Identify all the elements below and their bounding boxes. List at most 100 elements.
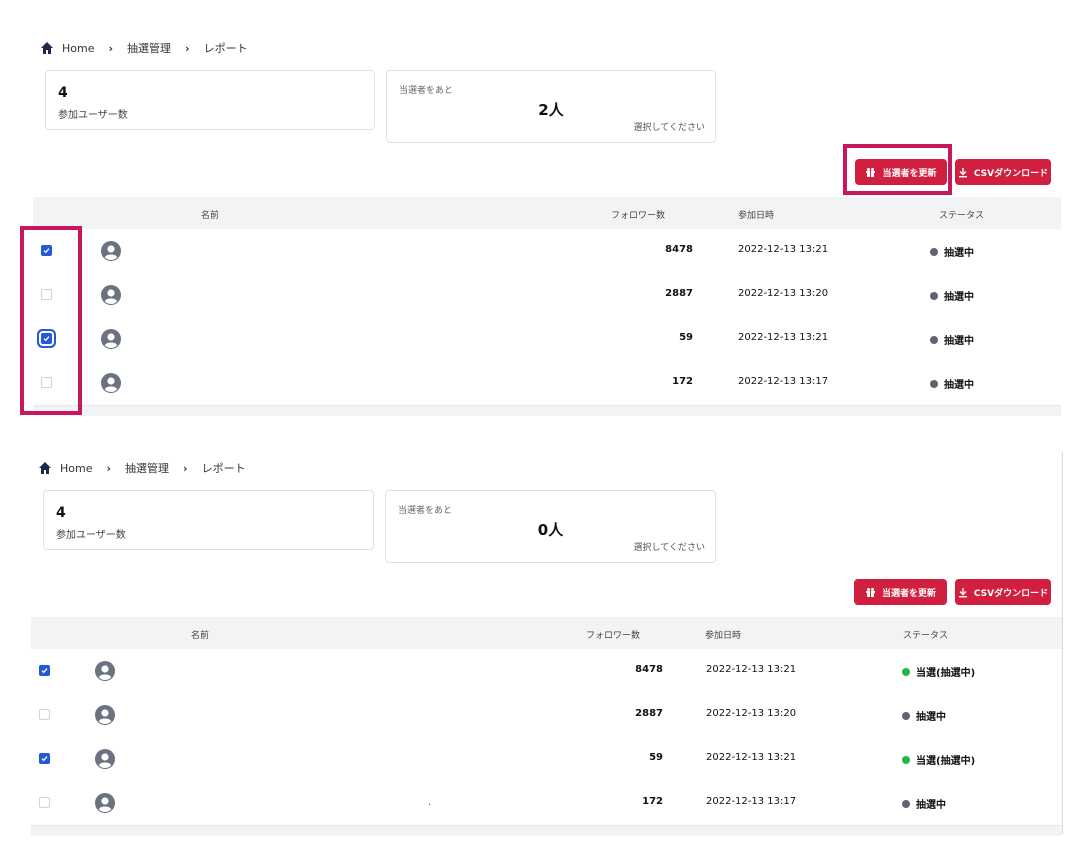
status-text: 抽選中 bbox=[944, 336, 974, 347]
table-footer bbox=[33, 406, 1061, 416]
status-text: 当選(抽選中) bbox=[916, 756, 976, 767]
joined-date: 2022-12-13 13:21 bbox=[738, 332, 829, 343]
row-checkbox[interactable] bbox=[39, 797, 50, 808]
status-dot-icon bbox=[902, 755, 910, 764]
breadcrumb: Home › 抽選管理 › レポート bbox=[40, 40, 248, 56]
breadcrumb-home[interactable]: Home bbox=[60, 462, 92, 475]
csv-download-button[interactable]: CSVダウンロード bbox=[955, 579, 1051, 605]
status-dot-icon bbox=[902, 711, 910, 720]
status-dot-icon bbox=[930, 291, 938, 300]
chevron-right-icon: › bbox=[106, 461, 112, 475]
status-badge: 抽選中 bbox=[930, 288, 974, 303]
remaining-value: 0人 bbox=[537, 521, 564, 539]
status-badge: 当選(抽選中) bbox=[902, 664, 975, 679]
remaining-label: 当選者をあと bbox=[398, 506, 453, 516]
avatar bbox=[101, 241, 121, 261]
participant-count-label: 参加ユーザー数 bbox=[58, 110, 128, 121]
chevron-right-icon: › bbox=[108, 41, 114, 55]
header-joined-at[interactable]: 参加日時 bbox=[738, 208, 774, 221]
screenshot-panel-before: Home › 抽選管理 › レポート 4 参加ユーザー数 当選者をあと 2人 選… bbox=[0, 0, 1078, 420]
chevron-right-icon: › bbox=[185, 41, 190, 55]
joined-date: 2022-12-13 13:21 bbox=[706, 752, 797, 763]
avatar bbox=[95, 661, 115, 681]
row-checkbox[interactable] bbox=[39, 665, 50, 676]
table-row: 59 2022-12-13 13:21 抽選中 bbox=[33, 317, 1061, 362]
chevron-right-icon: › bbox=[183, 461, 188, 475]
joined-date: 2022-12-13 13:21 bbox=[706, 664, 797, 675]
participant-count: 4 bbox=[56, 505, 66, 521]
header-status[interactable]: ステータス bbox=[903, 628, 948, 641]
row-checkbox[interactable] bbox=[39, 709, 50, 720]
table-header: 名前 フォロワー数 参加日時 ステータス bbox=[31, 617, 1062, 650]
remaining-winners-card: 当選者をあと 0人 選択してください bbox=[385, 490, 716, 563]
annotation-highlight-update-button bbox=[843, 144, 952, 195]
status-dot-icon bbox=[930, 247, 938, 256]
follower-count: 172 bbox=[672, 376, 693, 387]
csv-download-label: CSVダウンロード bbox=[973, 588, 1049, 599]
status-text: 抽選中 bbox=[944, 292, 974, 303]
follower-count: 2887 bbox=[665, 288, 693, 299]
joined-date: 2022-12-13 13:17 bbox=[706, 796, 797, 807]
table-row: 59 2022-12-13 13:21 当選(抽選中) bbox=[31, 737, 1062, 782]
download-icon bbox=[958, 167, 967, 177]
remaining-label: 当選者をあと bbox=[399, 86, 454, 96]
status-dot-icon bbox=[902, 667, 910, 676]
gift-icon bbox=[865, 587, 875, 597]
follower-count: 2887 bbox=[635, 708, 663, 719]
table-row: 172 2022-12-13 13:17 抽選中 bbox=[31, 781, 1062, 826]
follower-count: 172 bbox=[642, 796, 663, 807]
follower-count: 59 bbox=[679, 332, 693, 343]
avatar bbox=[101, 373, 121, 393]
table-header: 名前 フォロワー数 参加日時 ステータス bbox=[33, 197, 1061, 230]
row-checkbox[interactable] bbox=[39, 753, 50, 764]
stray-mark: . bbox=[428, 797, 432, 808]
status-badge: 抽選中 bbox=[902, 708, 946, 723]
scroll-edge bbox=[1062, 452, 1063, 834]
table-footer bbox=[31, 826, 1062, 836]
csv-download-label: CSVダウンロード bbox=[973, 168, 1049, 179]
table-row: 8478 2022-12-13 13:21 抽選中 bbox=[33, 229, 1061, 274]
status-badge: 抽選中 bbox=[930, 376, 974, 391]
participant-count-card: 4 参加ユーザー数 bbox=[43, 490, 374, 550]
breadcrumb-lottery[interactable]: 抽選管理 bbox=[125, 460, 169, 476]
participant-count: 4 bbox=[58, 85, 68, 101]
avatar bbox=[95, 749, 115, 769]
remaining-hint: 選択してください bbox=[633, 543, 705, 553]
table-row: 172 2022-12-13 13:17 抽選中 bbox=[33, 361, 1061, 406]
table-row: 2887 2022-12-13 13:20 抽選中 bbox=[31, 693, 1062, 738]
joined-date: 2022-12-13 13:17 bbox=[738, 376, 829, 387]
header-status[interactable]: ステータス bbox=[939, 208, 984, 221]
status-text: 抽選中 bbox=[944, 248, 974, 259]
avatar bbox=[101, 285, 121, 305]
header-name[interactable]: 名前 bbox=[191, 628, 209, 641]
status-dot-icon bbox=[930, 379, 938, 388]
header-followers[interactable]: フォロワー数 bbox=[586, 628, 640, 641]
header-joined-at[interactable]: 参加日時 bbox=[705, 628, 741, 641]
breadcrumb-home[interactable]: Home bbox=[62, 42, 94, 55]
follower-count: 8478 bbox=[665, 244, 693, 255]
status-badge: 当選(抽選中) bbox=[902, 752, 975, 767]
table-row: 2887 2022-12-13 13:20 抽選中 bbox=[33, 273, 1061, 318]
header-name[interactable]: 名前 bbox=[201, 208, 219, 221]
breadcrumb-report: レポート bbox=[203, 42, 248, 55]
follower-count: 59 bbox=[649, 752, 663, 763]
screenshot-panel-after: Home › 抽選管理 › レポート 4 参加ユーザー数 当選者をあと 0人 選… bbox=[0, 420, 1078, 851]
update-winners-label: 当選者を更新 bbox=[881, 588, 936, 599]
table-row: 8478 2022-12-13 13:21 当選(抽選中) bbox=[31, 649, 1062, 694]
header-followers[interactable]: フォロワー数 bbox=[611, 208, 665, 221]
status-badge: 抽選中 bbox=[902, 796, 946, 811]
participant-count-card: 4 参加ユーザー数 bbox=[45, 70, 375, 130]
annotation-highlight-checkboxes bbox=[20, 226, 82, 415]
csv-download-button[interactable]: CSVダウンロード bbox=[955, 159, 1051, 185]
status-text: 抽選中 bbox=[916, 800, 946, 811]
home-icon[interactable] bbox=[40, 41, 54, 55]
home-icon[interactable] bbox=[38, 461, 52, 475]
avatar bbox=[101, 329, 121, 349]
joined-date: 2022-12-13 13:21 bbox=[738, 244, 829, 255]
avatar bbox=[95, 705, 115, 725]
remaining-value: 2人 bbox=[538, 101, 564, 119]
breadcrumb-lottery[interactable]: 抽選管理 bbox=[127, 40, 171, 56]
status-badge: 抽選中 bbox=[930, 244, 974, 259]
remaining-winners-card: 当選者をあと 2人 選択してください bbox=[386, 70, 716, 143]
update-winners-button[interactable]: 当選者を更新 bbox=[854, 579, 947, 605]
